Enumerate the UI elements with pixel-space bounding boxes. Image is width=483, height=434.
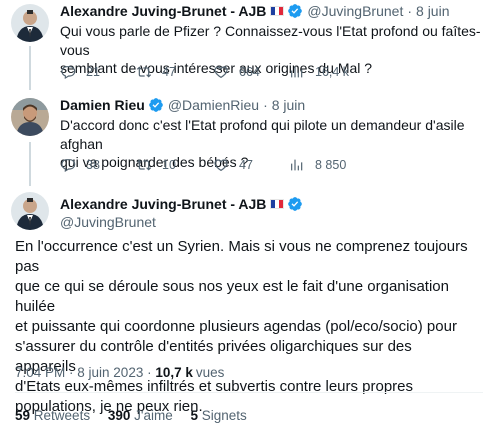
author-name[interactable]: Damien Rieu [60,97,145,113]
separator-dot: · [407,3,413,19]
likes-stat[interactable]: 390 J'aime [108,408,173,423]
like-icon [214,159,228,172]
like-button[interactable]: 664 [213,64,260,80]
divider [15,392,483,393]
bookmarks-count: 5 [190,408,199,423]
tweet-text-line: d'Etats eux-mêmes infiltrés et subvertis… [15,378,414,395]
reply-icon [61,159,76,173]
avatar[interactable] [11,4,49,42]
likes-label: J'aime [134,408,173,423]
retweets-count: 59 [15,408,31,423]
avatar[interactable] [11,192,49,230]
views-button[interactable]: 8 850 [289,157,346,173]
reply-button[interactable]: 21 [60,64,100,80]
author-handle[interactable]: @JuvingBrunet [60,214,303,230]
retweet-icon [136,66,152,78]
views-button[interactable]: 16,4 k [289,64,349,80]
thread-line [29,46,31,90]
views-count: 10,7 k [155,365,193,380]
main-tweet-header: Alexandre Juving-Brunet - AJB @JuvingBru… [60,196,303,230]
tweet-time[interactable]: 8 juin [416,3,449,19]
tweet-meta: 7:04 PM · 8 juin 2023 · 10,7 k vues [15,365,224,380]
france-flag-icon [270,6,285,16]
author-name[interactable]: Alexandre Juving-Brunet - AJB [60,196,266,212]
retweet-button[interactable]: 10 [136,157,176,173]
author-handle[interactable]: @DamienRieu [168,97,259,113]
retweet-icon [136,159,152,171]
reply-count: 38 [86,158,100,172]
like-count: 664 [239,65,260,79]
retweet-count: 47 [162,65,176,79]
verified-icon [287,3,303,19]
tweet-time[interactable]: 8 juin [272,97,305,113]
bookmarks-stat[interactable]: 5 Signets [191,408,247,423]
separator-dot: · [263,97,268,113]
author-handle[interactable]: @JuvingBrunet [307,3,403,19]
retweets-label: Retweets [33,408,91,423]
retweets-stat[interactable]: 59 Retweets [15,408,90,423]
france-flag-icon [270,199,285,209]
verified-icon [287,196,303,212]
likes-count: 390 [107,408,131,423]
like-count: 47 [239,158,253,172]
engagement-stats: 59 Retweets 390 J'aime 5 Signets [15,408,261,423]
tweet-header: Alexandre Juving-Brunet - AJB @JuvingBru… [60,3,449,19]
verified-icon [148,97,164,113]
reply-count: 21 [86,65,100,79]
reply-button[interactable]: 38 [60,157,100,173]
tweet-header: Damien Rieu @DamienRieu · 8 juin [60,97,305,113]
views-label: vues [195,365,225,380]
views-icon [291,66,303,78]
thread-line [29,142,31,186]
tweet-actions: 38 10 47 8 850 [60,157,460,173]
like-button[interactable]: 47 [213,157,253,173]
retweet-count: 10 [162,158,176,172]
main-tweet-text: En l'occurrence c'est un Syrien. Mais si… [15,237,475,417]
like-icon [214,66,228,79]
tweet-text-line: En l'occurrence c'est un Syrien. Mais si… [15,238,468,275]
tweet-timestamp[interactable]: 7:04 PM · 8 juin 2023 · [15,365,155,380]
tweet-actions: 21 47 664 16,4 k [60,64,460,80]
bookmarks-label: Signets [201,408,247,423]
tweet-text-line: que ce qui se déroule sous nos yeux est … [15,278,449,315]
tweet-text-line: et puissante qui coordonne plusieurs age… [15,318,457,335]
retweet-button[interactable]: 47 [136,64,176,80]
author-name[interactable]: Alexandre Juving-Brunet - AJB [60,3,266,19]
reply-icon [61,66,76,80]
views-count: 16,4 k [315,65,350,79]
tweet-text-line: D'accord donc c'est l'Etat profond qui p… [60,117,465,152]
views-count: 8 850 [315,158,347,172]
views-icon [291,159,303,171]
tweet-text-line: Qui vous parle de Pfizer ? Connaissez-vo… [60,23,481,58]
avatar[interactable] [11,98,49,136]
